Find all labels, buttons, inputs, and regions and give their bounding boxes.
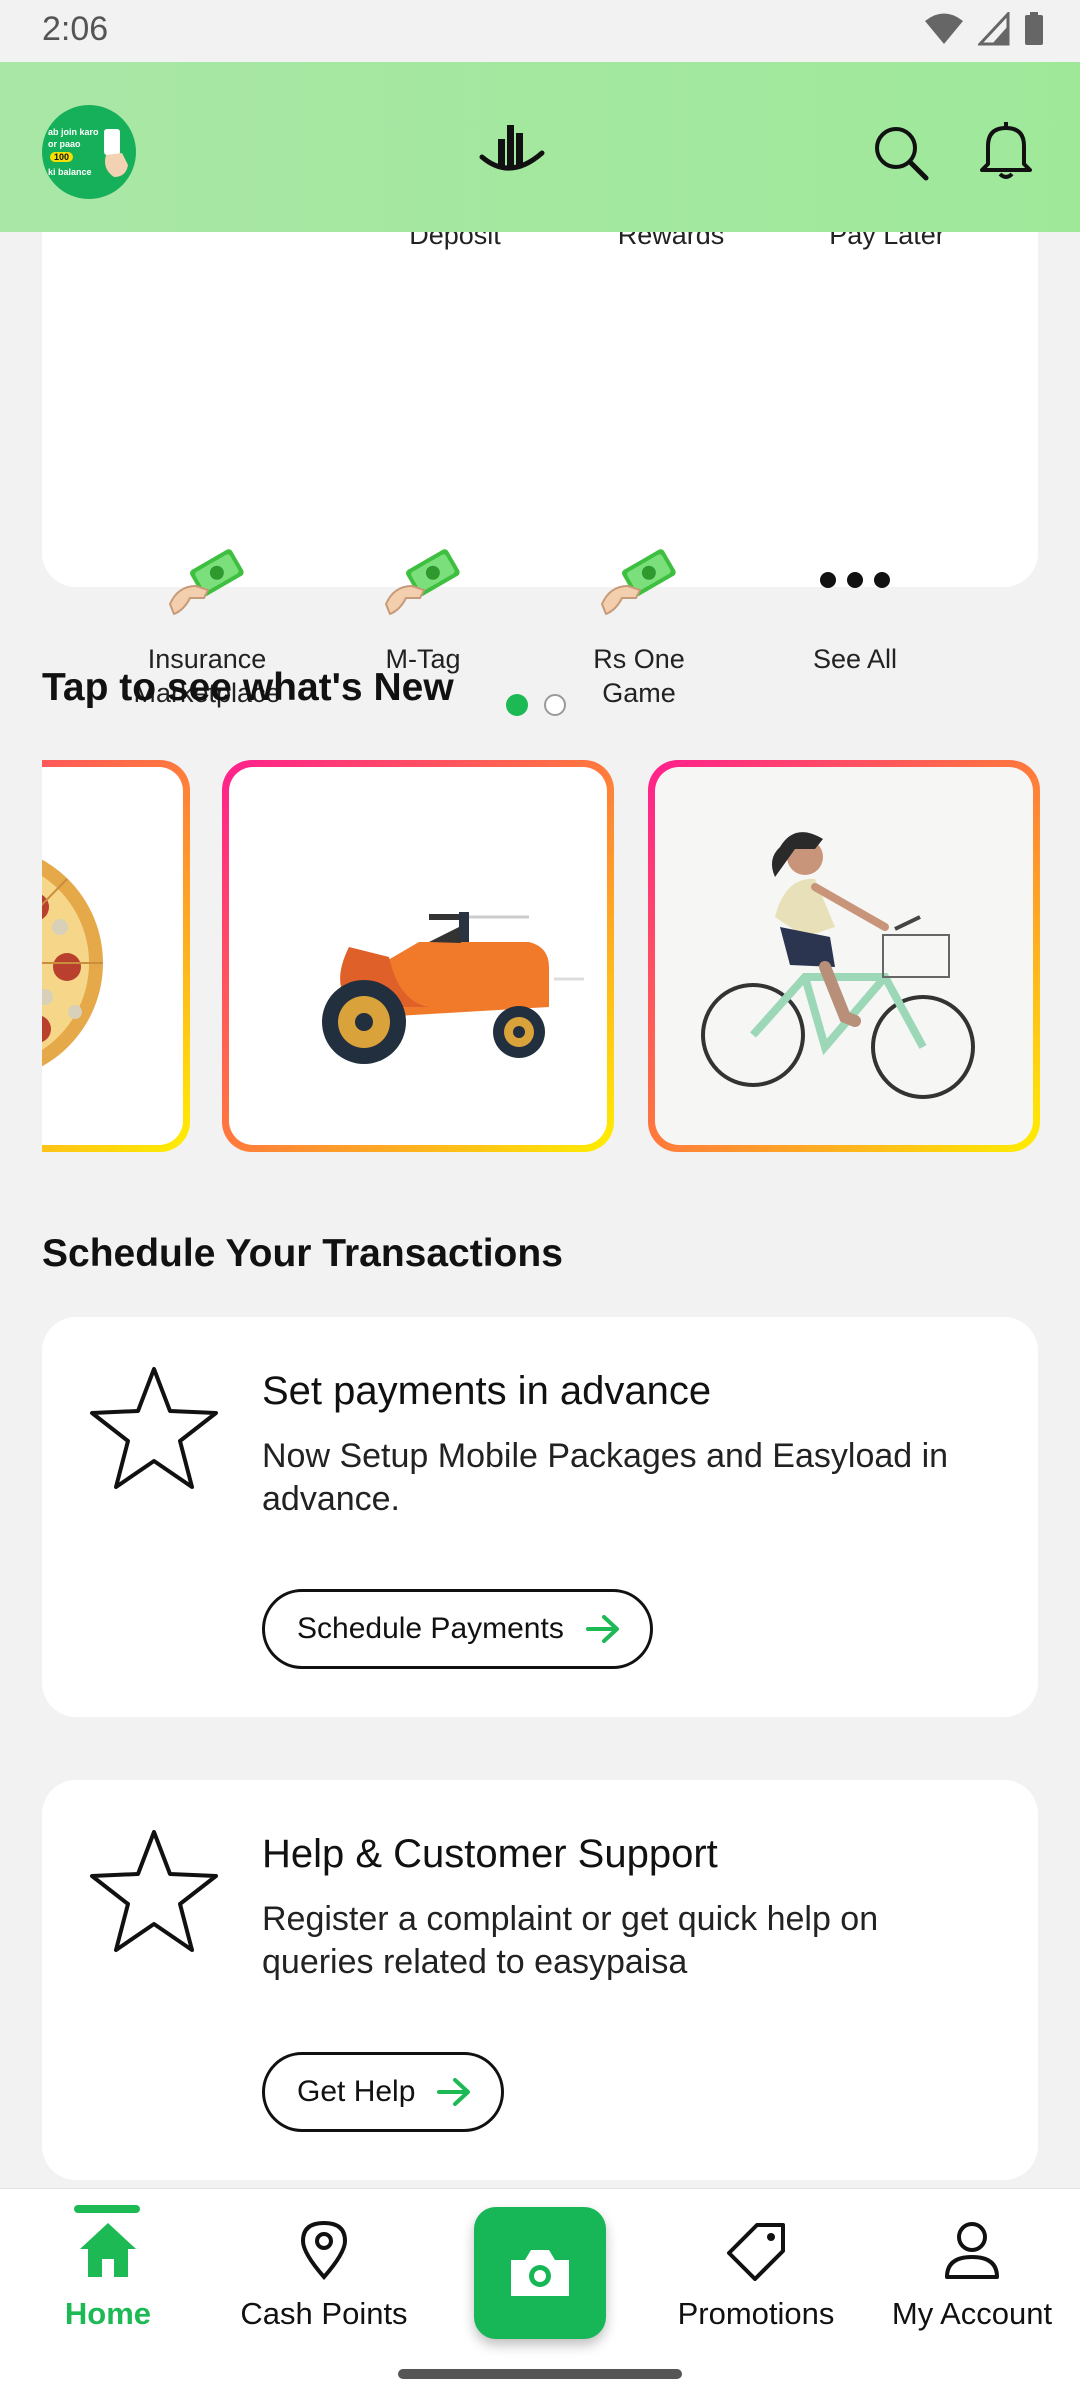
nav-promotions[interactable]: Promotions — [648, 2219, 864, 2332]
card-title: Help & Customer Support — [262, 1832, 718, 1876]
battery-icon — [1025, 12, 1043, 45]
signal-icon — [978, 12, 1010, 46]
gesture-home-bar[interactable] — [398, 2369, 682, 2379]
search-icon[interactable] — [872, 124, 930, 187]
schedule-payments-card[interactable]: Set payments in advance Now Setup Mobile… — [42, 1317, 1038, 1717]
get-help-button[interactable]: Get Help — [262, 2052, 505, 2132]
card-description: Register a complaint or get quick help o… — [262, 1900, 879, 1981]
arrow-right-icon — [585, 1615, 619, 1643]
camera-scan-button[interactable] — [474, 2207, 606, 2339]
status-time: 2:06 — [42, 10, 109, 48]
service-m-tag[interactable]: M-Tag — [315, 532, 531, 676]
camera-icon — [511, 2250, 569, 2296]
user-icon — [945, 2222, 999, 2279]
schedule-section-title: Schedule Your Transactions — [42, 1232, 563, 1275]
nav-label: Cash Points — [240, 2296, 408, 2331]
promo-line: 100 — [50, 152, 74, 162]
nav-label: Home — [64, 2296, 152, 2331]
story-pizza[interactable] — [42, 760, 190, 1152]
star-icon — [90, 1367, 218, 1489]
location-pin-icon — [300, 2220, 348, 2281]
cash-hand-icon — [315, 532, 531, 628]
promo-phone-icon — [104, 129, 128, 177]
promo-line: ki balance — [48, 167, 92, 177]
tag-icon — [727, 2223, 785, 2281]
tractor-icon — [322, 912, 584, 1064]
card-title: Set payments in advance — [262, 1369, 712, 1413]
arrow-right-icon — [437, 2078, 471, 2106]
cash-hand-icon — [531, 532, 747, 628]
page-indicator — [506, 694, 566, 716]
card-description: Now Setup Mobile Packages and Easyload i… — [262, 1437, 949, 1518]
schedule-payments-button[interactable]: Schedule Payments — [262, 1589, 653, 1669]
story-inner — [655, 767, 1033, 1145]
service-see-all[interactable]: See All — [747, 532, 963, 676]
button-label: Get Help — [297, 2075, 416, 2108]
promo-avatar[interactable]: ab join karo or paao 100 ki balance — [42, 105, 136, 199]
service-label-pay-later[interactable]: Pay Later — [787, 232, 987, 251]
story-inner — [229, 767, 607, 1145]
star-icon — [90, 1830, 218, 1952]
story-frame — [42, 760, 190, 1152]
story-bicycle-rider[interactable] — [648, 760, 1040, 1152]
help-support-card[interactable]: Help & Customer Support Register a compl… — [42, 1780, 1038, 2180]
promo-line: ab join karo — [48, 127, 99, 137]
services-card: Deposit Rewards Pay Later Insurance Mark… — [42, 232, 1038, 716]
more-dots-icon — [747, 532, 963, 628]
nav-label: My Account — [891, 2296, 1053, 2331]
nav-home[interactable]: Home — [0, 2219, 216, 2332]
home-scroll-content[interactable]: Deposit Rewards Pay Later Insurance Mark… — [0, 232, 1080, 2188]
nav-label: Promotions — [677, 2296, 835, 2331]
easypaisa-logo-icon[interactable] — [476, 117, 548, 186]
wifi-icon — [925, 13, 963, 44]
nav-active-indicator — [74, 2205, 140, 2213]
page-dot[interactable] — [544, 694, 566, 716]
story-inner — [42, 767, 183, 1145]
page-dot-active[interactable] — [506, 694, 528, 716]
service-rs-one-game[interactable]: Rs One Game — [531, 532, 747, 710]
promo-line: or paao — [48, 139, 81, 149]
cash-hand-icon — [99, 532, 315, 628]
service-label: See All — [812, 644, 898, 674]
home-icon — [80, 2223, 136, 2277]
status-icons — [924, 12, 1044, 46]
bottom-nav: Home Cash Points Promotions My Account — [0, 2188, 1080, 2401]
nav-my-account[interactable]: My Account — [864, 2219, 1080, 2332]
service-label-rewards[interactable]: Rewards — [571, 232, 771, 251]
nav-cash-points[interactable]: Cash Points — [216, 2219, 432, 2332]
button-label: Schedule Payments — [297, 1612, 564, 1645]
whats-new-title: Tap to see what's New — [42, 666, 454, 709]
bicycle-rider-icon — [701, 832, 975, 1099]
service-label-deposit[interactable]: Deposit — [355, 232, 555, 251]
pizza-icon — [42, 859, 103, 1067]
notification-bell-icon[interactable] — [978, 120, 1034, 185]
app-header: ab join karo or paao 100 ki balance — [0, 62, 1080, 232]
service-label: Rs One Game — [593, 644, 685, 708]
story-tractor[interactable] — [222, 760, 614, 1152]
status-bar: 2:06 — [0, 0, 1080, 62]
